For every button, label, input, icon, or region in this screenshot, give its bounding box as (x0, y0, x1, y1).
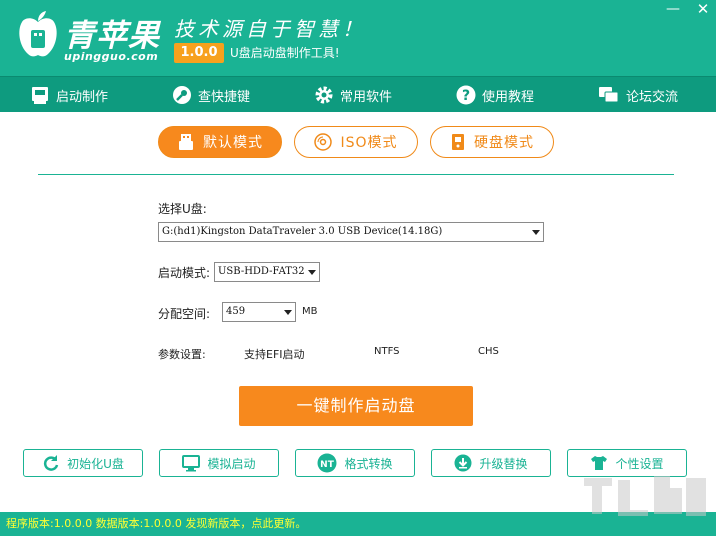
usb-select[interactable]: G:(hd1)Kingston DataTraveler 3.0 USB Dev… (158, 222, 544, 242)
minimize-button[interactable]: — (660, 0, 686, 20)
tool-label: 初始化U盘 (67, 456, 124, 471)
brand-url: upingguo.com (64, 50, 159, 63)
chevron-down-icon (308, 270, 316, 275)
title-bar: 青苹果 upingguo.com 技术源自于智慧！ 1.0.0 U盘启动盘制作工… (0, 0, 716, 76)
slogan: 技术源自于智慧！ (174, 17, 366, 41)
boot-mode-select[interactable]: USB-HDD-FAT32 (214, 262, 320, 282)
tab-iso-mode[interactable]: ISO模式 (294, 126, 418, 158)
tab-hdd-mode[interactable]: 硬盘模式 (430, 126, 554, 158)
chat-icon (599, 87, 619, 103)
nav-item-boot-make[interactable]: 启动制作 (30, 77, 108, 113)
watermark-logo (584, 476, 706, 516)
alloc-space-label: 分配空间: (158, 307, 211, 321)
nav-label: 常用软件 (340, 89, 393, 105)
divider (38, 174, 674, 175)
tool-label: 模拟启动 (207, 456, 256, 471)
svg-text:NT: NT (321, 460, 336, 470)
disc-icon (314, 133, 333, 151)
nav-label: 查快捷键 (198, 89, 251, 105)
tab-default-mode[interactable]: 默认模式 (158, 126, 282, 158)
chevron-down-icon (284, 310, 292, 315)
usb-select-label: 选择U盘: (158, 202, 207, 216)
nav-item-forum[interactable]: 论坛交流 (598, 77, 678, 113)
format-convert-button[interactable]: NT 格式转换 (295, 449, 415, 477)
nav-item-shortcuts[interactable]: 查快捷键 (172, 77, 250, 113)
svg-text:?: ? (462, 88, 470, 104)
refresh-icon (44, 455, 59, 471)
nav-item-software[interactable]: 常用软件 (314, 77, 392, 113)
version-badge: 1.0.0 (174, 43, 224, 63)
param-ntfs[interactable]: NTFS (374, 346, 400, 357)
app-subtitle: U盘启动盘制作工具! (230, 46, 340, 60)
nav-label: 启动制作 (56, 89, 109, 105)
usb-drive-icon (32, 87, 48, 104)
main-nav: 启动制作 查快捷键 常用软件 ? 使用教程 论坛交流 (0, 76, 716, 112)
tab-label: ISO模式 (340, 135, 398, 151)
monitor-icon (182, 455, 201, 472)
help-icon: ? (456, 85, 476, 105)
boot-mode-value: USB-HDD-FAT32 (218, 266, 305, 277)
apple-logo-icon (19, 11, 57, 57)
gear-icon (315, 86, 333, 104)
nav-item-tutorial[interactable]: ? 使用教程 (456, 77, 534, 113)
alloc-space-value: 459 (226, 306, 246, 317)
param-efi[interactable]: 支持EFI启动 (244, 346, 305, 362)
make-boot-disk-button[interactable]: 一键制作启动盘 (239, 386, 473, 426)
tool-label: 个性设置 (615, 456, 664, 471)
nav-label: 论坛交流 (626, 89, 679, 105)
tab-label: 默认模式 (203, 135, 263, 151)
tool-label: 格式转换 (344, 456, 393, 471)
download-icon (454, 454, 472, 472)
upgrade-replace-button[interactable]: 升级替换 (431, 449, 551, 477)
usb-select-value: G:(hd1)Kingston DataTraveler 3.0 USB Dev… (162, 226, 443, 237)
chevron-down-icon (532, 230, 540, 235)
tool-label: 升级替换 (479, 456, 528, 471)
tab-label: 硬盘模式 (474, 135, 534, 151)
close-button[interactable]: ✕ (690, 0, 716, 20)
param-chs[interactable]: CHS (478, 346, 499, 357)
brand-name: 青苹果 (64, 18, 160, 54)
nt-icon: NT (317, 453, 337, 473)
boot-mode-label: 启动模式: (158, 266, 211, 280)
init-usb-button[interactable]: 初始化U盘 (23, 449, 143, 477)
alloc-space-select[interactable]: 459 (222, 302, 296, 322)
hard-disk-icon (452, 134, 464, 150)
usb-drive-icon (179, 134, 193, 150)
alloc-unit: MB (302, 306, 318, 317)
nav-label: 使用教程 (482, 89, 535, 105)
key-icon (173, 86, 191, 104)
simulate-boot-button[interactable]: 模拟启动 (159, 449, 279, 477)
params-label: 参数设置: (158, 348, 206, 361)
